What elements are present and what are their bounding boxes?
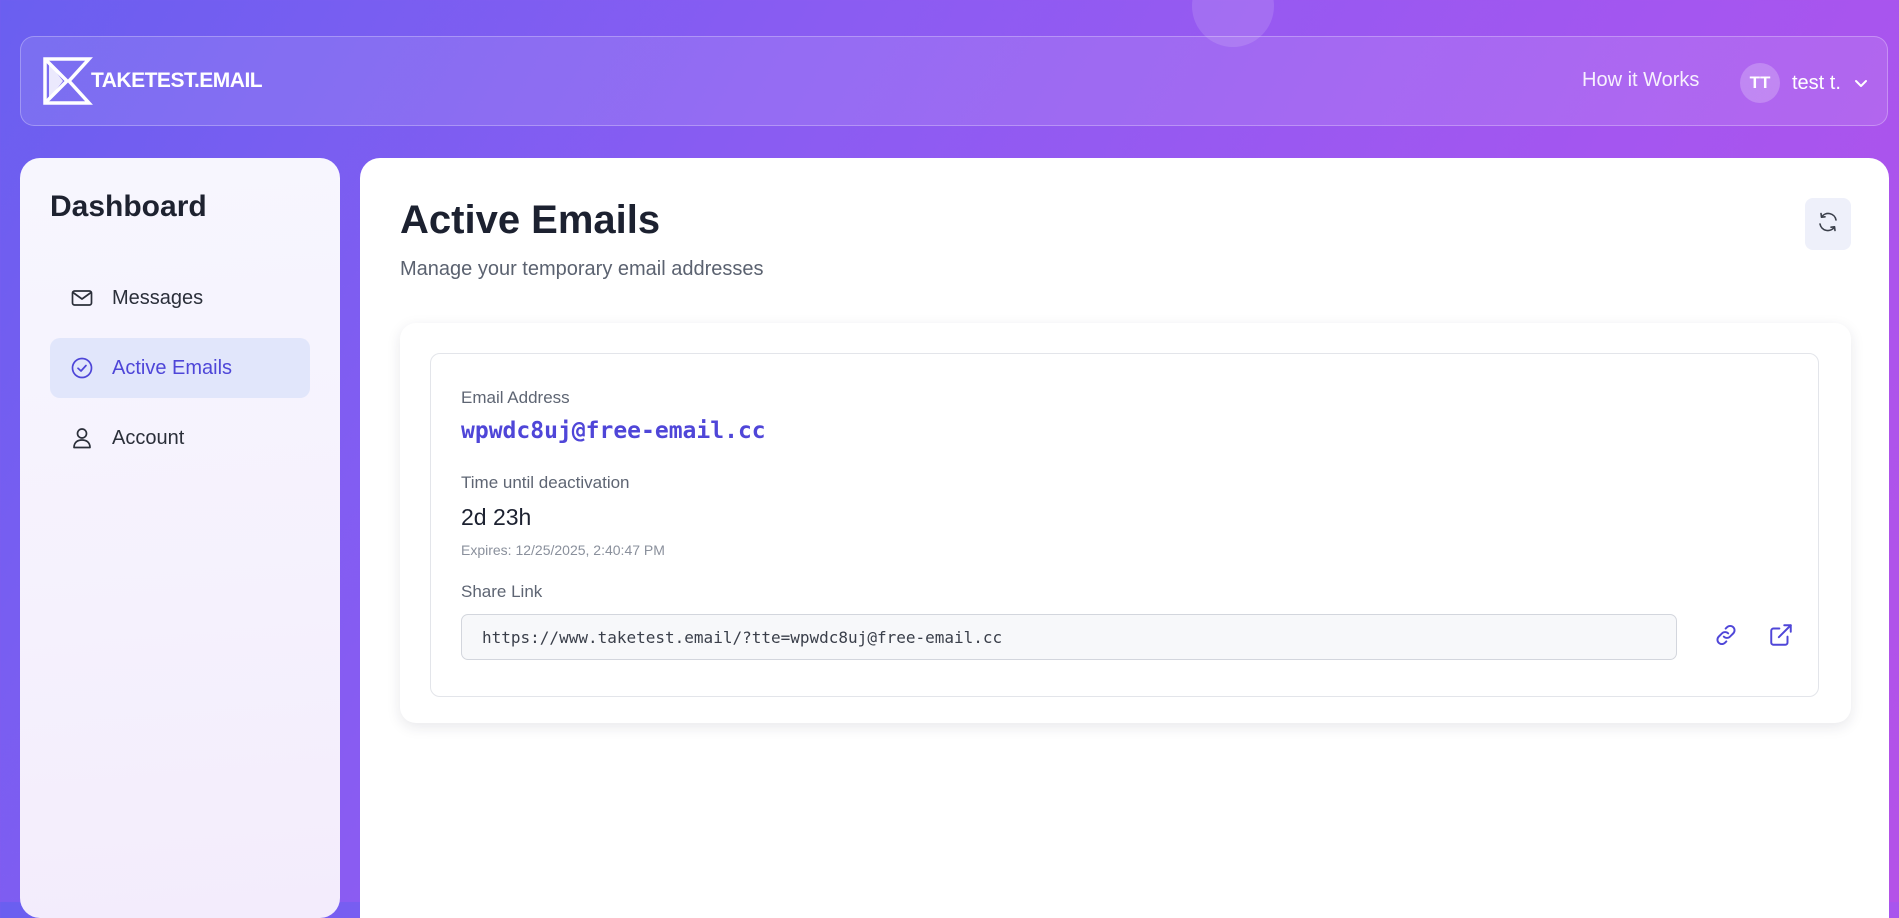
share-link-label: Share Link: [461, 582, 543, 601]
page-subtitle: Manage your temporary email addresses: [400, 258, 764, 280]
time-left-value: 2d 23h: [461, 504, 532, 530]
email-card: Email Address wpwdc8uj@free-email.cc Tim…: [430, 353, 1819, 697]
email-address-value[interactable]: wpwdc8uj@free-email.cc: [461, 418, 766, 444]
user-icon: [70, 426, 94, 450]
sidebar-item-label: Messages: [112, 286, 204, 309]
top-navbar: TAKETEST.EMAIL How it Works TT test t.: [20, 36, 1888, 126]
sidebar-item-label: Active Emails: [112, 356, 233, 379]
logo-text: TAKETEST.EMAIL: [91, 69, 263, 92]
email-address-label: Email Address: [461, 388, 570, 407]
sidebar-title: Dashboard: [50, 190, 207, 223]
open-link-button[interactable]: [1763, 619, 1799, 655]
sidebar-item-account[interactable]: Account: [50, 408, 310, 468]
main-panel: Active Emails Manage your temporary emai…: [360, 158, 1889, 918]
copy-link-button[interactable]: [1708, 619, 1744, 655]
email-card-container: Email Address wpwdc8uj@free-email.cc Tim…: [400, 323, 1851, 723]
logo-mark-icon: [43, 57, 93, 105]
external-link-icon: [1768, 622, 1794, 653]
refresh-icon: [1816, 210, 1840, 239]
refresh-button[interactable]: [1805, 198, 1851, 250]
user-menu[interactable]: TT test t.: [1740, 63, 1869, 103]
share-link-input[interactable]: [461, 614, 1677, 660]
sidebar: Dashboard Messages Active Emails Account: [20, 158, 340, 918]
check-circle-icon: [70, 356, 94, 380]
sidebar-item-active-emails[interactable]: Active Emails: [50, 338, 310, 398]
page-title: Active Emails: [400, 198, 661, 242]
nav-how-it-works[interactable]: How it Works: [1582, 69, 1699, 92]
sidebar-item-label: Account: [112, 426, 185, 449]
user-name: test t.: [1792, 71, 1841, 94]
chevron-down-icon: [1853, 75, 1869, 91]
sidebar-item-messages[interactable]: Messages: [50, 268, 310, 328]
avatar: TT: [1740, 63, 1780, 103]
expires-text: Expires: 12/25/2025, 2:40:47 PM: [461, 542, 665, 558]
logo[interactable]: TAKETEST.EMAIL: [41, 55, 263, 107]
mail-icon: [70, 286, 94, 310]
time-until-deactivation-label: Time until deactivation: [461, 473, 630, 492]
link-icon: [1713, 622, 1739, 653]
